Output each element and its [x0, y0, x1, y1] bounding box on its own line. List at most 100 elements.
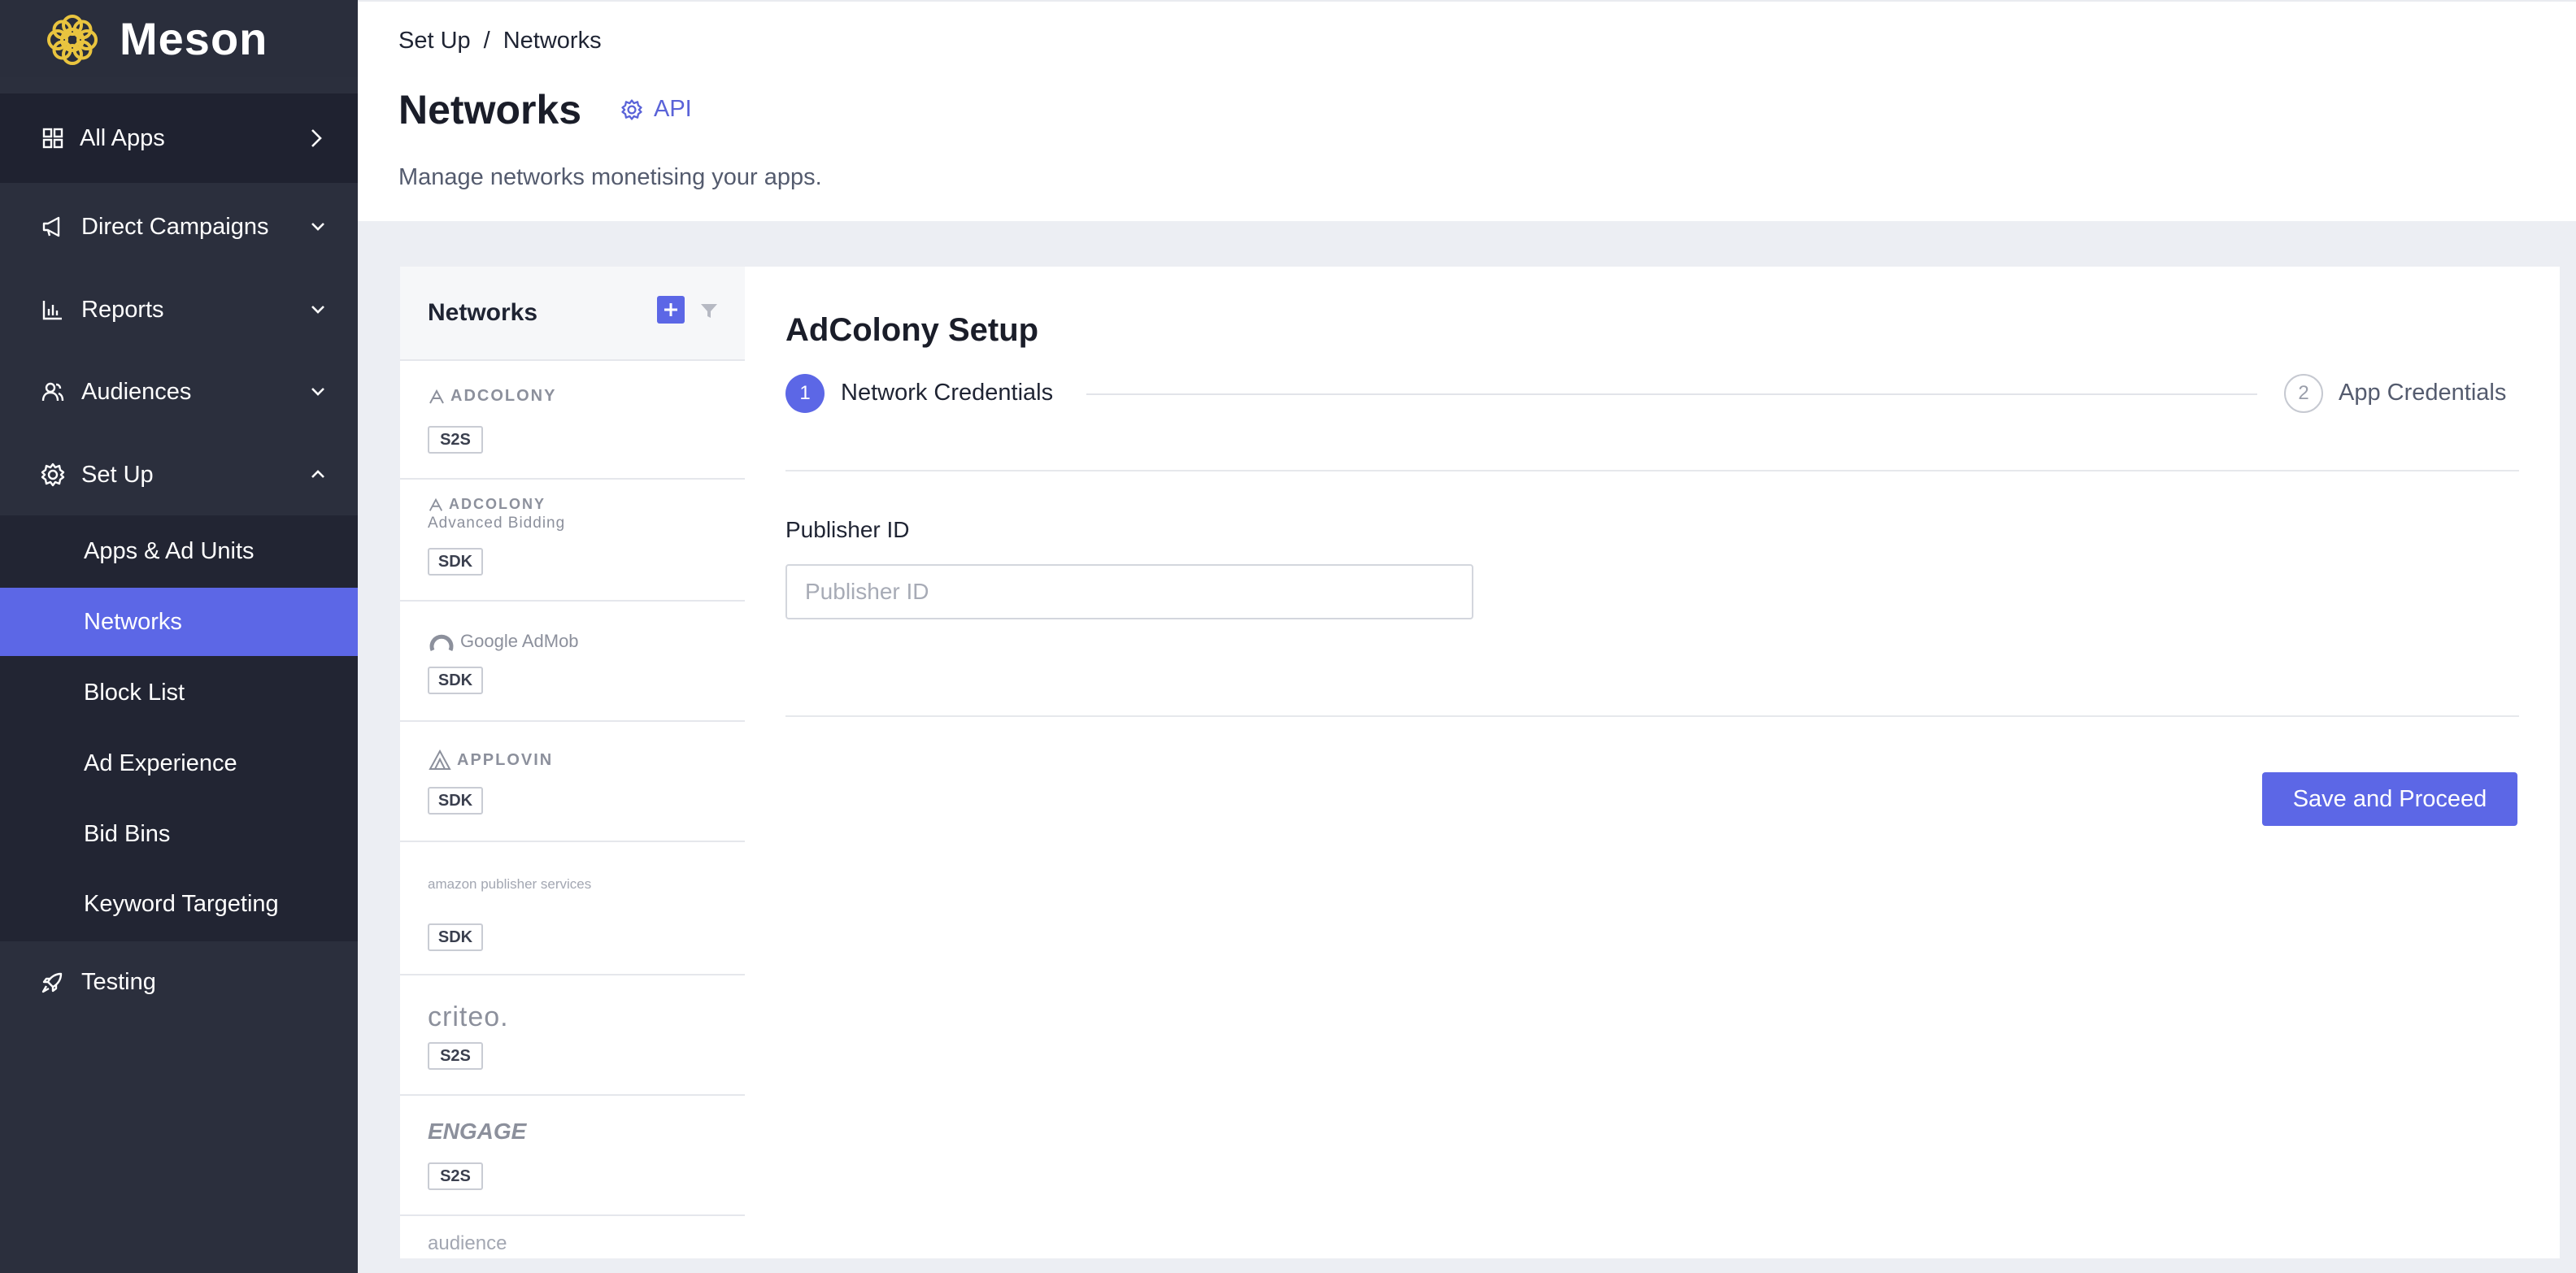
sidebar-item-reports[interactable]: Reports [0, 273, 358, 346]
users-icon [41, 382, 64, 402]
gear-icon [621, 98, 642, 120]
meson-logo-icon [47, 15, 98, 65]
network-row-criteo[interactable]: criteo. S2S [400, 975, 745, 1096]
divider [785, 470, 2519, 471]
integration-badge: S2S [428, 1162, 483, 1190]
chevron-down-icon [311, 388, 324, 396]
network-row-applovin[interactable]: APPLOVIN SDK [400, 722, 745, 842]
divider [785, 715, 2519, 717]
bar-chart-icon [42, 301, 62, 320]
sidebar-item-direct-campaigns[interactable]: Direct Campaigns [0, 190, 358, 263]
network-row-adcolony-s2s[interactable]: ADCOLONY S2S [400, 359, 745, 480]
rocket-icon [41, 972, 63, 993]
all-apps-label: All Apps [80, 124, 165, 151]
sidebar-item-label: Direct Campaigns [81, 213, 269, 240]
network-logo-text: amazon publisher services [428, 876, 592, 892]
brand-header: Meson [0, 0, 358, 77]
submenu-item-label: Networks [84, 608, 182, 635]
brand-name: Meson [120, 13, 268, 64]
chevron-up-icon [311, 470, 324, 478]
network-logo-text: Google AdMob [460, 631, 579, 651]
breadcrumb-item-set-up[interactable]: Set Up [398, 28, 471, 54]
network-logo-text: ENGAGE [428, 1119, 527, 1144]
submenu-item-bid-bins[interactable]: Bid Bins [0, 800, 358, 868]
amazon-logo: amazon publisher services [428, 876, 591, 893]
all-apps-item[interactable]: All Apps [0, 93, 358, 183]
network-logo-text: ADCOLONY [449, 496, 546, 512]
admob-logo: Google AdMob [428, 628, 579, 655]
submenu-item-apps-ad-units[interactable]: Apps & Ad Units [0, 517, 358, 585]
all-apps-link[interactable]: All Apps [0, 102, 358, 175]
add-network-button[interactable] [657, 296, 685, 324]
adcolony-bidding-logo: ADCOLONY Advanced Bidding [428, 496, 565, 532]
networks-list-title: Networks [428, 299, 538, 326]
api-link-label: API [654, 96, 692, 122]
applovin-logo: APPLOVIN [428, 749, 553, 771]
audience-logo: audience [428, 1232, 507, 1255]
submenu-item-label: Block List [84, 679, 185, 706]
setup-panel: AdColony Setup 1 Network Credentials 2 A… [745, 267, 2560, 1258]
sidebar-item-set-up[interactable]: Set Up [0, 438, 358, 511]
sidebar-item-label: Reports [81, 296, 164, 323]
submenu-item-keyword-targeting[interactable]: Keyword Targeting [0, 870, 358, 938]
network-row-audience[interactable]: audience [400, 1216, 745, 1258]
api-link[interactable]: API [620, 96, 692, 123]
breadcrumb-separator: / [483, 28, 490, 54]
networks-list-header: Networks [400, 267, 745, 361]
integration-badge: SDK [428, 548, 483, 576]
sidebar-item-label: Set Up [81, 461, 154, 488]
setup-title: AdColony Setup [785, 312, 1039, 348]
network-logo-text: audience [428, 1232, 507, 1254]
network-logo-subtext: Advanced Bidding [428, 515, 566, 532]
integration-badge: S2S [428, 1042, 483, 1070]
page-title: Networks [398, 87, 582, 133]
submenu-item-label: Bid Bins [84, 820, 171, 847]
setup-submenu: Apps & Ad Units Networks Block List Ad E… [0, 515, 358, 941]
sidebar-item-label: Audiences [81, 378, 192, 405]
integration-badge: S2S [428, 426, 483, 454]
network-row-amazon[interactable]: amazon publisher services SDK [400, 842, 745, 975]
grid-icon [42, 128, 63, 149]
chevron-down-icon [311, 306, 324, 314]
submenu-item-ad-experience[interactable]: Ad Experience [0, 729, 358, 797]
megaphone-icon [42, 216, 60, 237]
submenu-item-label: Apps & Ad Units [84, 537, 255, 564]
adcolony-mark-icon [429, 389, 444, 403]
sidebar-item-label: Testing [81, 968, 156, 995]
integration-badge: SDK [428, 787, 483, 815]
stepper-connector [1086, 393, 2257, 395]
breadcrumb-item-networks: Networks [503, 28, 602, 54]
plus-icon [664, 303, 677, 316]
sidebar: Meson All Apps Direct Campaigns Reports … [0, 0, 358, 1273]
adcolony-mark-icon [429, 497, 443, 511]
network-logo-text: APPLOVIN [457, 750, 554, 769]
step-1-label: Network Credentials [841, 380, 1054, 406]
integration-badge: SDK [428, 923, 483, 951]
integration-badge: SDK [428, 667, 483, 694]
network-logo-text: criteo. [428, 1001, 509, 1032]
save-and-proceed-button[interactable]: Save and Proceed [2262, 772, 2517, 826]
network-row-adcolony-bidding[interactable]: ADCOLONY Advanced Bidding SDK [400, 480, 745, 602]
submenu-item-label: Ad Experience [84, 749, 237, 776]
network-row-engage[interactable]: ENGAGE S2S [400, 1096, 745, 1216]
step-2-label: App Credentials [2339, 380, 2507, 406]
sidebar-item-testing[interactable]: Testing [0, 945, 358, 1019]
admob-mark-icon [429, 634, 454, 651]
submenu-item-label: Keyword Targeting [84, 890, 279, 917]
network-row-google-admob[interactable]: Google AdMob SDK [400, 602, 745, 722]
chevron-down-icon [311, 223, 324, 231]
submenu-item-networks[interactable]: Networks [0, 588, 358, 656]
page-header: Set Up / Networks Networks API Manage ne… [358, 0, 2576, 221]
sidebar-item-audiences[interactable]: Audiences [0, 355, 358, 428]
filter-icon[interactable] [698, 299, 720, 322]
breadcrumb: Set Up / Networks [398, 28, 602, 54]
chevron-right-icon [311, 129, 322, 147]
submenu-item-block-list[interactable]: Block List [0, 658, 358, 727]
networks-list-panel: Networks ADCOLONY S2S ADCOLONY Advanced … [400, 267, 746, 1258]
page-subtitle: Manage networks monetising your apps. [398, 164, 822, 190]
publisher-id-label: Publisher ID [785, 517, 910, 542]
step-1-indicator: 1 [785, 374, 825, 413]
engage-logo: ENGAGE [428, 1119, 526, 1145]
publisher-id-input[interactable] [785, 564, 1473, 619]
step-2-indicator: 2 [2284, 374, 2323, 413]
